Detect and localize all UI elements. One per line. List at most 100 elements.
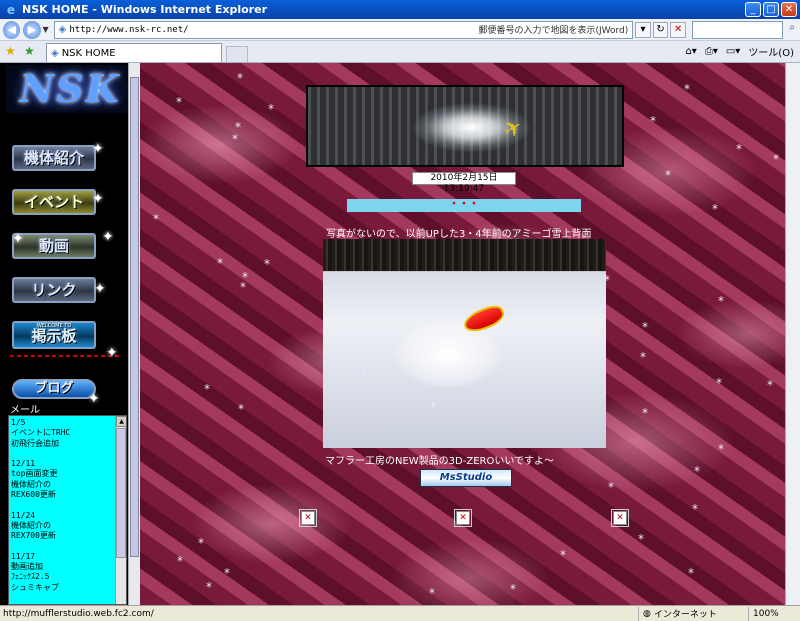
snowflake-icon: * [684,82,690,96]
snowflake-icon: * [688,566,694,580]
address-dropdown-button[interactable]: ▾ [635,21,651,38]
broken-image-icon[interactable]: ✕ [456,511,470,525]
snowflake-icon: * [718,442,724,456]
title-bar: e NSK HOME - Windows Internet Explorer _… [0,0,800,19]
top-banner-image: ✈ [306,85,624,167]
tab-nsk-home[interactable]: ◈ NSK HOME [46,43,222,62]
page-icon: ◈ [58,24,67,35]
page-icon: ◈ [51,47,59,59]
print-icon[interactable]: ⎙▾ [705,46,718,57]
snow-helicopter-photo [323,239,606,448]
menu-video[interactable]: 動画 [12,233,96,259]
broken-image-icon[interactable]: ✕ [613,511,627,525]
snowflake-icon: * [638,532,644,546]
snowflake-icon: * [430,400,436,414]
scroll-up-icon[interactable]: ▲ [116,416,126,427]
menu-bbs[interactable]: WELCOME TO 掲示板 [12,321,96,349]
snowflake-icon: * [240,280,246,294]
snowflake-icon: * [718,294,724,308]
search-icon[interactable]: ⌕ [785,22,800,38]
home-icon[interactable]: ⌂▾ [685,46,696,57]
sparkle-icon: ✦ [92,191,104,207]
address-field[interactable]: ◈ http://www.nsk-rc.net/ 郵便番号の入力で地図を表示(J… [54,20,634,39]
snowflake-icon: * [510,582,516,596]
sparkle-icon: ✦ [94,281,106,297]
snowflake-icon: * [712,202,718,216]
close-button[interactable]: ✕ [781,2,797,17]
add-favorite-icon[interactable]: ★ [24,44,38,58]
snowflake-icon: * [640,350,646,364]
forward-button[interactable]: ▶ [23,20,41,39]
new-tab-button[interactable] [226,46,248,62]
status-bar: http://mufflerstudio.web.fc2.com/ ◍ インター… [0,605,800,621]
snowflake-icon: * [206,580,212,594]
page-viewport: NSK 機体紹介 イベント 動画 リンク WELCOME TO 掲示板 ブログ … [0,63,800,605]
news-box[interactable]: 1/5 イベントにTRHC 初飛行会追加 12/11 top画面変更 機体紹介の… [8,415,127,605]
snowflake-icon: * [264,257,270,271]
sparkle-icon: ✦ [88,391,100,407]
scroll-thumb[interactable] [130,77,139,557]
status-text: http://mufflerstudio.web.fc2.com/ [3,608,154,619]
snowflake-icon: * [217,256,223,270]
stop-button[interactable]: ✕ [670,21,686,38]
maximize-button[interactable]: □ [763,2,779,17]
photo-caption: 写真がないので、以前UPした3・4年前のアミーゴ雪上背面 [326,229,592,240]
snowflake-icon: * [360,368,366,382]
snowflake-icon: * [716,376,722,390]
sparkle-icon: ✦ [102,229,114,245]
bbs-label: 掲示板 [31,327,77,345]
left-frame: NSK 機体紹介 イベント 動画 リンク WELCOME TO 掲示板 ブログ … [0,63,140,605]
tab-label: NSK HOME [61,47,116,59]
left-frame-scrollbar[interactable] [128,63,140,605]
snowflake-icon: * [608,480,614,494]
refresh-button[interactable]: ↻ [652,21,669,38]
minimize-button[interactable]: _ [745,2,761,17]
snowflake-icon: * [237,71,243,85]
sparkle-icon: ✦ [106,345,118,361]
nsk-logo[interactable]: NSK [6,65,134,113]
snowflake-icon: * [238,402,244,416]
snowflake-icon: * [642,320,648,334]
divider [10,355,120,357]
snowflake-icon: * [694,464,700,478]
page-menu-icon[interactable]: ▭▾ [726,46,740,57]
snowflake-icon: * [198,536,204,550]
snowflake-icon: * [642,406,648,420]
globe-icon: ◍ [643,608,651,619]
snowflake-icon: * [176,95,182,109]
back-button[interactable]: ◀ [3,20,21,39]
snowflake-icon: * [773,152,779,166]
menu-aircraft[interactable]: 機体紹介 [12,145,96,171]
ie-icon: e [6,2,16,17]
history-dropdown[interactable]: ▼ [41,25,51,34]
window-title: NSK HOME - Windows Internet Explorer [22,3,267,16]
broken-image-icon[interactable]: ✕ [301,511,315,525]
snowflake-icon: * [650,114,656,128]
menu-links[interactable]: リンク [12,277,96,303]
news-text: 1/5 イベントにTRHC 初飛行会追加 12/11 top画面変更 機体紹介の… [11,418,71,604]
url-text[interactable]: http://www.nsk-rc.net/ [69,25,409,35]
main-frame: ✈ 2010年2月15日 13:19:47 ・・・ 写真がないので、以前UPした… [140,63,800,605]
snowflake-icon: * [736,142,742,156]
snowflake-icon: * [604,273,610,287]
zoom-level[interactable]: 100% [748,606,800,621]
snowflake-icon: * [429,586,435,600]
security-zone[interactable]: ◍ インターネット [638,606,748,621]
page-scrollbar[interactable] [785,63,800,605]
menu-event[interactable]: イベント [12,189,96,215]
mail-link[interactable]: メール [10,401,40,416]
msstudio-banner-link[interactable]: MsStudio [420,469,512,487]
news-scrollbar[interactable]: ▲ [115,416,126,604]
snowflake-icon: * [153,212,159,226]
tools-menu[interactable]: ツール(O) [748,44,794,59]
favorites-star-icon[interactable]: ★ [5,44,19,58]
menu-blog[interactable]: ブログ [12,379,96,399]
sparkle-icon: ✦ [12,231,24,247]
search-input[interactable] [691,20,783,39]
snowflake-icon: * [224,566,230,580]
snowflake-icon: * [665,168,671,182]
scroll-thumb[interactable] [116,428,126,558]
zone-label: インターネット [653,610,717,620]
product-caption: マフラー工房のNEW製品の3D-ZEROいいですよ〜 [325,456,555,467]
jword-hint: 郵便番号の入力で地図を表示(JWord) [478,26,629,36]
